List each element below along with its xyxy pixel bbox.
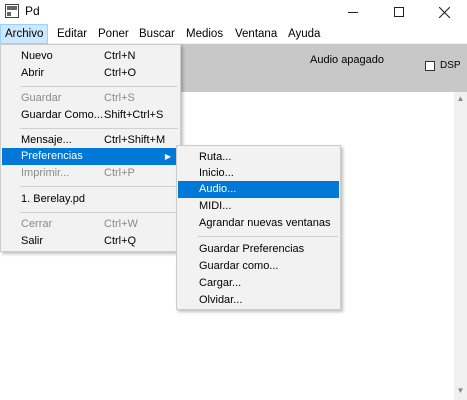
audio-status: Audio apagado [310, 54, 385, 66]
menu-item-label: Guardar como... [199, 260, 279, 272]
menu-item-mensaje[interactable]: Mensaje... Ctrl+Shift+M [2, 132, 179, 149]
menu-item-label: Cargar... [199, 277, 242, 289]
window-title: Pd [25, 4, 40, 18]
menu-separator [198, 236, 338, 237]
menu-item-label: Inicio... [199, 167, 234, 179]
dsp-checkbox[interactable] [425, 61, 435, 71]
menu-separator [20, 128, 178, 129]
menu-item-shortcut: Ctrl+S [104, 92, 135, 104]
menu-item-label: Guardar [21, 92, 62, 104]
menu-item-label: Nuevo [21, 50, 53, 62]
menu-item-label: Abrir [21, 67, 45, 79]
submenu-item-inicio[interactable]: Inicio... [178, 165, 339, 182]
preferencias-submenu: Ruta... Inicio... Audio... MIDI... Agran… [176, 145, 341, 310]
menu-item-salir[interactable]: Salir Ctrl+Q [2, 233, 179, 250]
submenu-item-midi[interactable]: MIDI... [178, 198, 339, 215]
menu-item-label: Audio... [199, 183, 237, 195]
menu-editar[interactable]: Editar [53, 24, 91, 44]
menu-item-preferencias[interactable]: Preferencias ▶ [2, 148, 179, 165]
submenu-item-guardar-preferencias[interactable]: Guardar Preferencias [178, 241, 339, 258]
dsp-label: DSP [440, 60, 461, 71]
submenu-item-ruta[interactable]: Ruta... [178, 149, 339, 166]
menu-item-label: Guardar Preferencias [199, 243, 305, 255]
vertical-scrollbar[interactable]: ▲ ▼ [454, 92, 467, 400]
menu-item-abrir[interactable]: Abrir Ctrl+O [2, 65, 179, 82]
menu-item-label: Guardar Como... [21, 109, 103, 121]
maximize-button[interactable] [376, 0, 422, 24]
menu-item-label: Imprimir... [21, 167, 70, 179]
menu-medios[interactable]: Medios [182, 24, 227, 44]
menu-item-label: 1. Berelay.pd [21, 193, 86, 205]
submenu-item-agrandar[interactable]: Agrandar nuevas ventanas [178, 215, 339, 232]
submenu-item-cargar[interactable]: Cargar... [178, 275, 339, 292]
menu-item-shortcut: Ctrl+W [104, 218, 138, 230]
menu-item-cerrar: Cerrar Ctrl+W [2, 216, 179, 233]
menu-item-recent-file[interactable]: 1. Berelay.pd [2, 191, 179, 208]
submenu-item-guardar-como[interactable]: Guardar como... [178, 258, 339, 275]
menu-separator [20, 212, 178, 213]
menu-item-nuevo[interactable]: Nuevo Ctrl+N [2, 48, 179, 65]
menu-item-guardar: Guardar Ctrl+S [2, 90, 179, 107]
maximize-icon [394, 7, 404, 17]
scroll-down-icon[interactable]: ▼ [454, 386, 467, 398]
menu-item-shortcut: Ctrl+Q [104, 235, 137, 247]
menu-item-shortcut: Shift+Ctrl+S [104, 109, 164, 121]
menu-ayuda[interactable]: Ayuda [284, 24, 324, 44]
pd-app-icon [5, 4, 19, 18]
menu-item-label: Preferencias [21, 150, 83, 162]
submenu-item-olvidar[interactable]: Olvidar... [178, 292, 339, 309]
menu-separator [20, 86, 178, 87]
menu-item-label: Cerrar [21, 218, 53, 230]
menu-item-shortcut: Ctrl+P [104, 167, 135, 179]
menu-item-shortcut: Ctrl+Shift+M [104, 134, 166, 146]
minimize-icon [348, 11, 358, 13]
menu-item-label: MIDI... [199, 200, 232, 212]
menu-archivo[interactable]: Archivo [0, 24, 49, 44]
close-icon [438, 6, 450, 18]
menu-ventana[interactable]: Ventana [231, 24, 281, 44]
submenu-arrow-icon: ▶ [164, 152, 171, 161]
menu-bar: Archivo Editar Poner Buscar Medios Venta… [0, 24, 467, 44]
menu-item-shortcut: Ctrl+O [104, 67, 137, 79]
menu-separator [20, 186, 178, 187]
menu-item-guardar-como[interactable]: Guardar Como... Shift+Ctrl+S [2, 107, 179, 124]
archivo-menu: Nuevo Ctrl+N Abrir Ctrl+O Guardar Ctrl+S… [0, 44, 181, 252]
menu-item-imprimir: Imprimir... Ctrl+P [2, 165, 179, 182]
title-bar: Pd [0, 0, 467, 24]
menu-item-label: Ruta... [199, 151, 232, 163]
menu-item-label: Mensaje... [21, 134, 72, 146]
menu-poner[interactable]: Poner [94, 24, 133, 44]
minimize-button[interactable] [330, 0, 376, 24]
menu-item-shortcut: Ctrl+N [104, 50, 136, 62]
menu-item-label: Salir [21, 235, 44, 247]
menu-buscar[interactable]: Buscar [135, 24, 179, 44]
submenu-item-audio[interactable]: Audio... [178, 181, 339, 198]
close-button[interactable] [421, 0, 467, 24]
menu-item-label: Olvidar... [199, 294, 243, 306]
scroll-up-icon[interactable]: ▲ [454, 94, 467, 106]
menu-item-label: Agrandar nuevas ventanas [199, 217, 331, 229]
